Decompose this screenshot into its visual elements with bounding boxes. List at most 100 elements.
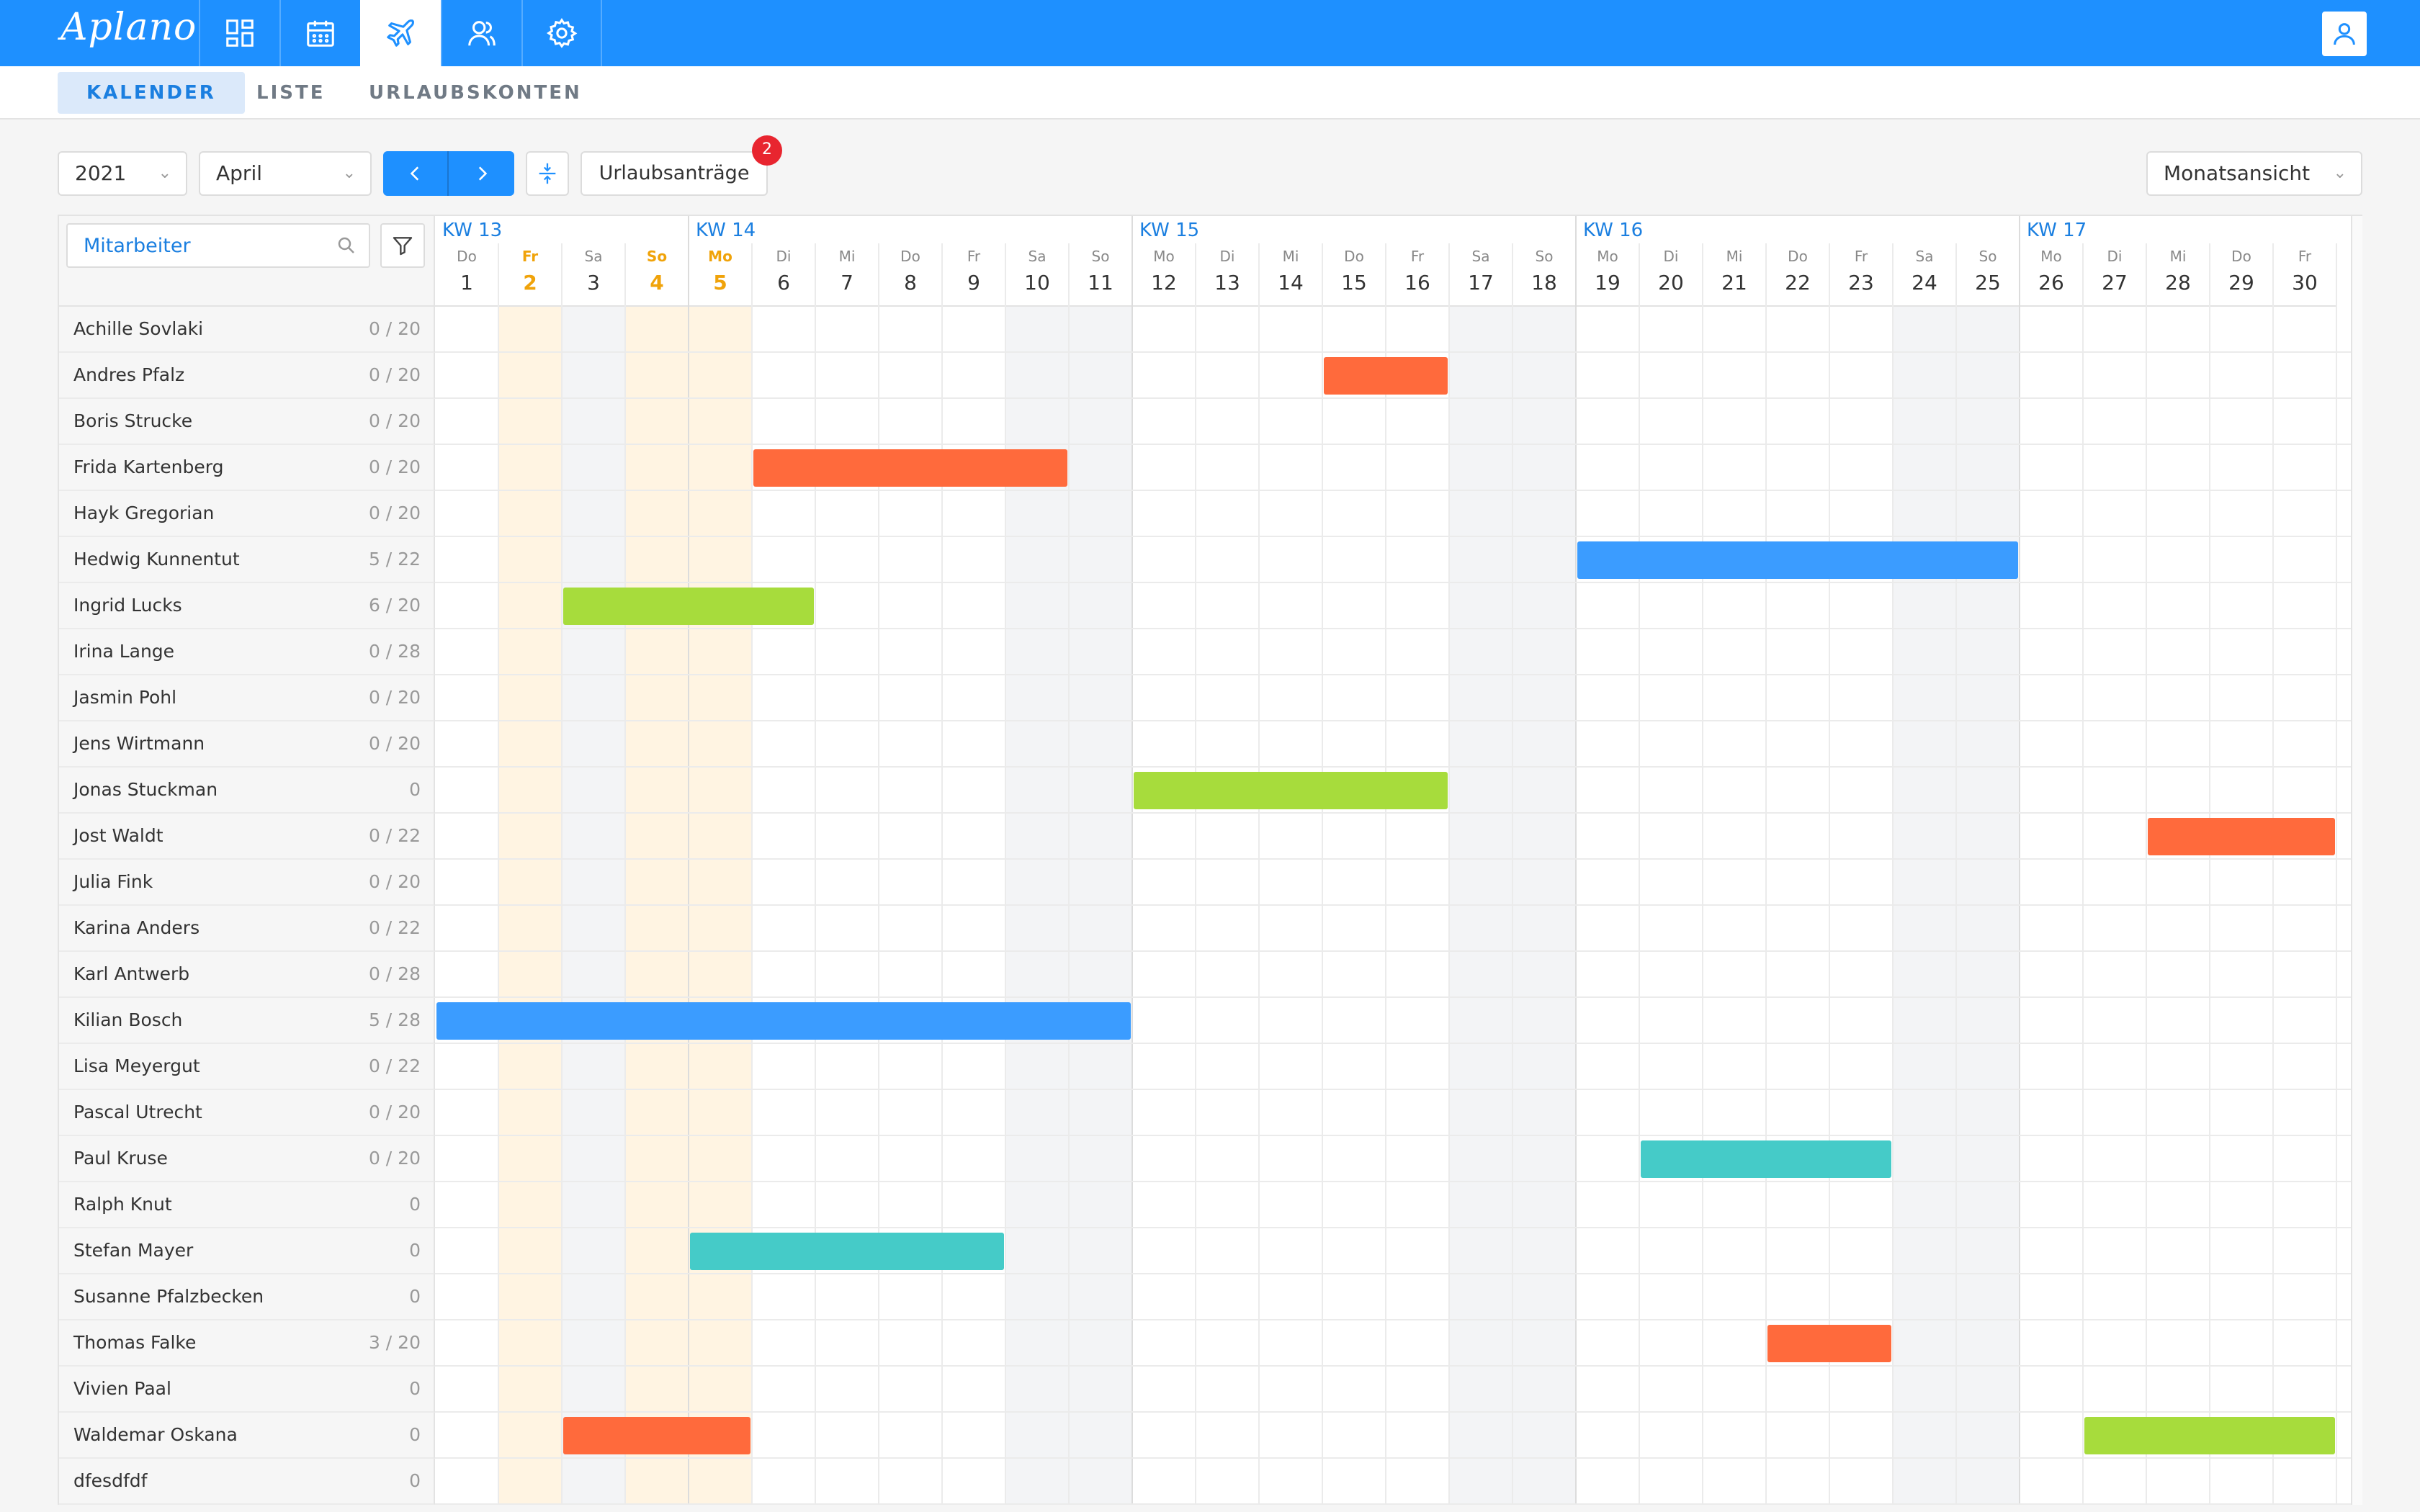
absence-bar[interactable] [1134, 772, 1448, 809]
nav-calendar[interactable] [279, 0, 360, 66]
employee-row[interactable]: Ingrid Lucks 6 / 20 [59, 583, 435, 629]
employee-name: Boris Strucke [73, 410, 193, 431]
day-header[interactable]: Sa 24 [1893, 243, 1956, 307]
holiday-column [689, 307, 752, 1505]
employee-search-input[interactable] [84, 225, 328, 266]
employee-row[interactable]: Andres Pfalz 0 / 20 [59, 353, 435, 399]
year-select[interactable]: 2021 ⌄ [58, 151, 187, 196]
absence-bar[interactable] [436, 1002, 1131, 1040]
day-header[interactable]: Di 27 [2083, 243, 2146, 307]
absence-bar[interactable] [2084, 1417, 2335, 1454]
employee-row[interactable]: Achille Sovlaki 0 / 20 [59, 307, 435, 353]
day-header[interactable]: Do 22 [1766, 243, 1829, 307]
day-header[interactable]: Mi 28 [2146, 243, 2210, 307]
next-month-button[interactable] [449, 151, 514, 196]
day-header[interactable]: Mo 26 [2020, 243, 2083, 307]
vacation-calendar-grid: Achille Sovlaki0 / 20Andres Pfalz0 / 20B… [58, 215, 2362, 1505]
day-number: 7 [841, 271, 853, 294]
day-header[interactable]: Sa 17 [1449, 243, 1512, 307]
employee-row[interactable]: Lisa Meyergut 0 / 22 [59, 1044, 435, 1090]
employee-row[interactable]: Jens Wirtmann 0 / 20 [59, 721, 435, 768]
day-header[interactable]: Fr 16 [1386, 243, 1449, 307]
absence-bar[interactable] [1324, 357, 1448, 395]
employee-row[interactable]: Jonas Stuckman 0 [59, 768, 435, 814]
employee-row[interactable]: Paul Kruse 0 / 20 [59, 1136, 435, 1182]
absence-bar[interactable] [563, 1417, 750, 1454]
row-divider [435, 1181, 2351, 1182]
employee-row[interactable]: Hedwig Kunnentut 5 / 22 [59, 537, 435, 583]
user-profile-button[interactable] [2322, 12, 2367, 56]
day-number: 24 [1912, 271, 1937, 294]
employee-row[interactable]: Boris Strucke 0 / 20 [59, 399, 435, 445]
day-header[interactable]: Mo 19 [1576, 243, 1639, 307]
day-header[interactable]: Mi 7 [815, 243, 879, 307]
nav-dashboard[interactable] [199, 0, 279, 66]
employee-row[interactable]: Karina Anders 0 / 22 [59, 906, 435, 952]
absence-bar[interactable] [690, 1233, 1004, 1270]
day-header[interactable]: Do 8 [879, 243, 942, 307]
employee-row[interactable]: Frida Kartenberg 0 / 20 [59, 445, 435, 491]
day-header[interactable]: So 25 [1956, 243, 2020, 307]
day-number: 5 [713, 271, 727, 294]
nav-settings[interactable] [521, 0, 602, 66]
absence-bar[interactable] [1577, 541, 2018, 579]
absence-bar[interactable] [1767, 1325, 1891, 1362]
employee-row[interactable]: Jost Waldt 0 / 22 [59, 814, 435, 860]
day-header[interactable]: Mo 5 [689, 243, 752, 307]
tab-liste[interactable]: LISTE [228, 72, 354, 114]
absence-bar[interactable] [753, 449, 1067, 487]
vacation-requests-button[interactable]: Urlaubsanträge [581, 151, 768, 196]
app-logo[interactable]: Aplano [60, 6, 197, 49]
employee-row[interactable]: Julia Fink 0 / 20 [59, 860, 435, 906]
employee-row[interactable]: Thomas Falke 3 / 20 [59, 1320, 435, 1367]
absence-bar[interactable] [2148, 818, 2335, 855]
day-header[interactable]: Fr 30 [2273, 243, 2336, 307]
day-header[interactable]: Mi 14 [1259, 243, 1322, 307]
day-header[interactable]: So 11 [1069, 243, 1132, 307]
tab-kalender[interactable]: KALENDER [58, 72, 245, 114]
nav-vacation[interactable] [360, 0, 441, 66]
week-divider [1575, 216, 1577, 1505]
vacation-count: 0 / 28 [368, 963, 421, 984]
employee-row[interactable]: Stefan Mayer 0 [59, 1228, 435, 1274]
previous-month-button[interactable] [383, 151, 449, 196]
employee-row[interactable]: Ralph Knut 0 [59, 1182, 435, 1228]
day-header[interactable]: Fr 2 [498, 243, 562, 307]
day-header[interactable]: Sa 3 [562, 243, 625, 307]
filter-button[interactable] [380, 223, 425, 268]
employee-row[interactable]: Irina Lange 0 / 28 [59, 629, 435, 675]
day-header[interactable]: Mo 12 [1132, 243, 1196, 307]
day-header[interactable]: Fr 9 [942, 243, 1005, 307]
absence-bar[interactable] [1641, 1140, 1891, 1178]
employee-row[interactable]: Pascal Utrecht 0 / 20 [59, 1090, 435, 1136]
employee-row[interactable]: dfesdfdf 0 [59, 1459, 435, 1505]
employee-row[interactable]: Waldemar Oskana 0 [59, 1413, 435, 1459]
nav-employees[interactable] [441, 0, 521, 66]
user-icon [2334, 23, 2355, 45]
employee-row[interactable]: Vivien Paal 0 [59, 1367, 435, 1413]
day-header[interactable]: Di 6 [752, 243, 815, 307]
view-select[interactable]: Monatsansicht ⌄ [2146, 151, 2362, 196]
day-header[interactable]: Do 29 [2210, 243, 2273, 307]
absence-bar[interactable] [563, 588, 814, 625]
day-header[interactable]: Di 13 [1196, 243, 1259, 307]
employee-row[interactable]: Jasmin Pohl 0 / 20 [59, 675, 435, 721]
day-header[interactable]: So 4 [625, 243, 689, 307]
day-header[interactable]: So 18 [1512, 243, 1576, 307]
search-icon[interactable] [336, 235, 357, 259]
compact-rows-button[interactable] [526, 151, 569, 196]
day-header[interactable]: Di 20 [1639, 243, 1703, 307]
employee-row[interactable]: Kilian Bosch 5 / 28 [59, 998, 435, 1044]
employee-row[interactable]: Susanne Pfalzbecken 0 [59, 1274, 435, 1320]
day-header[interactable]: Mi 21 [1703, 243, 1766, 307]
day-header[interactable]: Sa 10 [1005, 243, 1069, 307]
day-header[interactable]: Fr 23 [1829, 243, 1893, 307]
day-header[interactable]: Do 1 [435, 243, 498, 307]
month-select[interactable]: April ⌄ [199, 151, 372, 196]
employee-row[interactable]: Hayk Gregorian 0 / 20 [59, 491, 435, 537]
tab-urlaubskonten[interactable]: URLAUBSKONTEN [340, 72, 611, 114]
top-bar: Aplano [0, 0, 2420, 66]
day-header[interactable]: Do 15 [1322, 243, 1386, 307]
day-divider [1068, 243, 1070, 1505]
employee-row[interactable]: Karl Antwerb 0 / 28 [59, 952, 435, 998]
